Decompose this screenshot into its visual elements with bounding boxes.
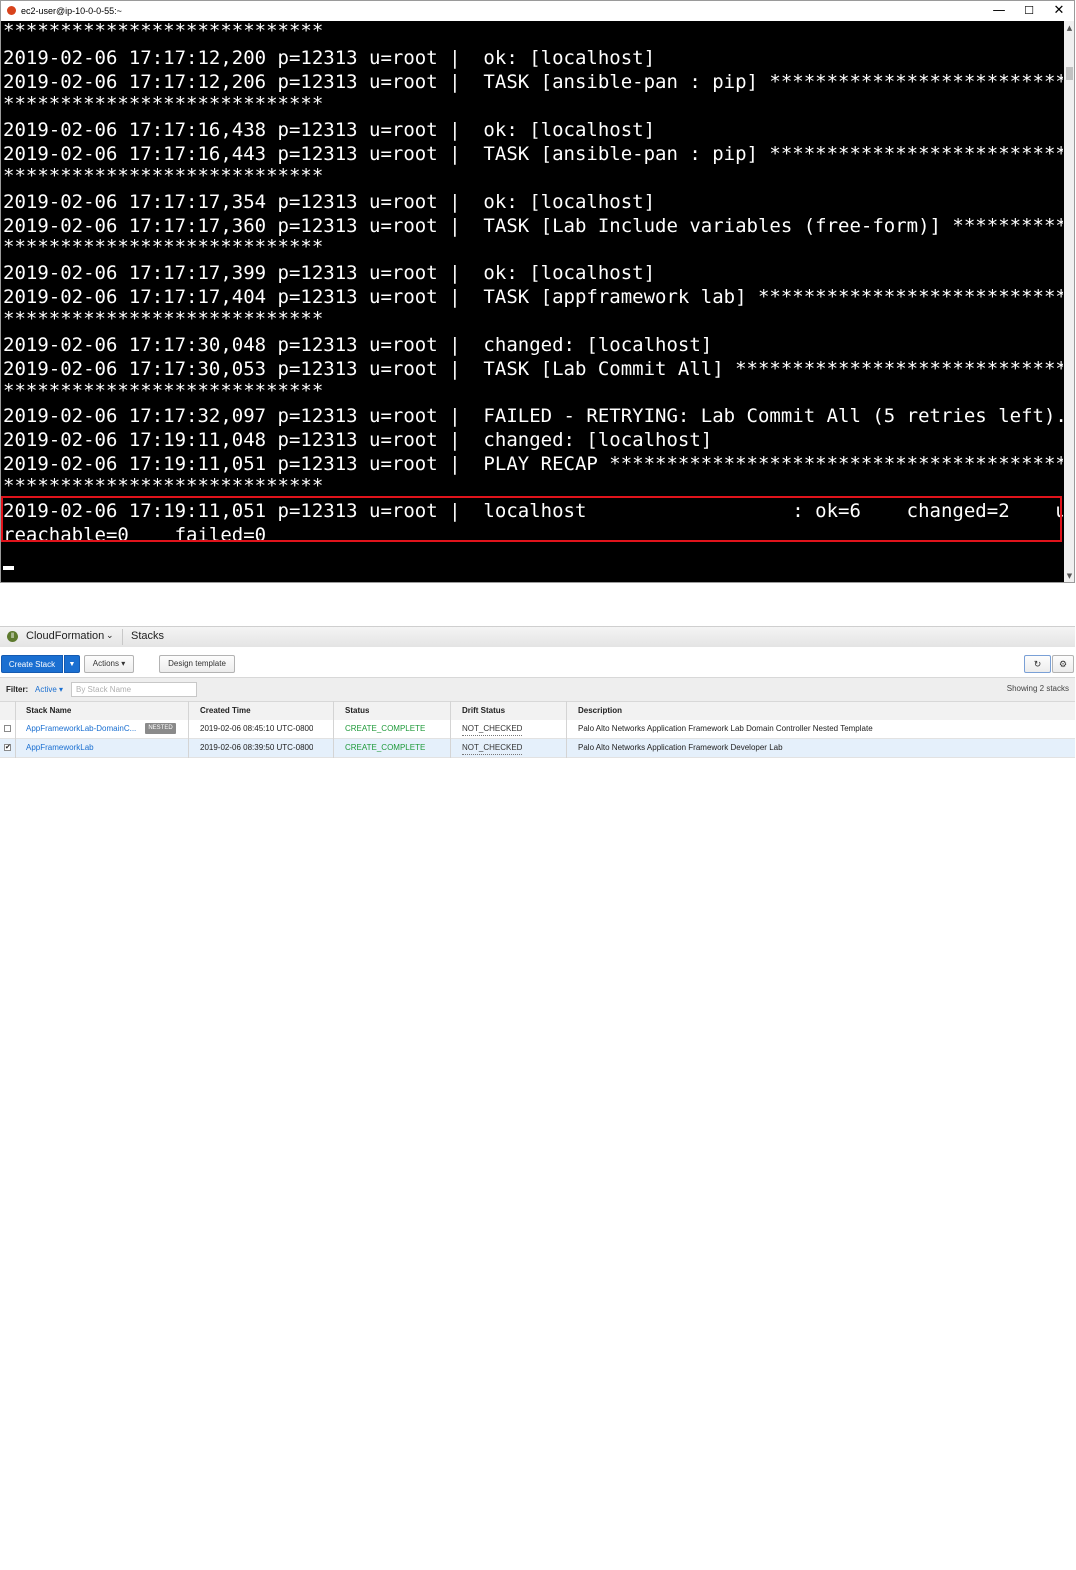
column-divider — [15, 701, 16, 758]
create-stack-button[interactable]: Create Stack — [1, 655, 63, 673]
cloudformation-icon: ⦀ — [7, 631, 18, 642]
gear-icon[interactable]: ⚙ — [1052, 655, 1074, 673]
terminal-line: 2019-02-06 17:19:11,048 p=12313 u=root |… — [3, 429, 713, 451]
terminal-line: 2019-02-06 17:17:16,443 p=12313 u=root |… — [3, 143, 1063, 165]
column-header-status[interactable]: Status — [345, 702, 369, 720]
terminal-titlebar: ec2-user@ip-10-0-0-55:~ — ☐ ✕ — [1, 1, 1074, 21]
design-template-button[interactable]: Design template — [159, 655, 235, 673]
service-menu[interactable]: CloudFormation — [26, 630, 104, 642]
table-header-row: Stack Name Created Time Status Drift Sta… — [0, 701, 1075, 721]
table-row[interactable]: AppFrameworkLab-DomainC... NESTED 2019-0… — [0, 720, 1075, 739]
row-checkbox-checked[interactable]: ✔ — [4, 744, 11, 751]
terminal-console[interactable]: **************************** 2019-02-06 … — [1, 21, 1063, 582]
terminal-line: **************************** — [3, 93, 324, 115]
description: Palo Alto Networks Application Framework… — [578, 724, 873, 733]
table-row[interactable]: ✔ AppFrameworkLab 2019-02-06 08:39:50 UT… — [0, 739, 1075, 758]
column-header-drift-status[interactable]: Drift Status — [462, 702, 505, 720]
drift-status-value[interactable]: NOT_CHECKED — [462, 742, 523, 755]
scroll-up-arrow-icon[interactable]: ▲ — [1064, 21, 1074, 35]
create-stack-dropdown-icon[interactable]: ▼ — [64, 655, 80, 673]
filter-bar: Filter: Active ▾ Showing 2 stacks — [0, 677, 1075, 703]
terminal-line: 2019-02-06 17:17:32,097 p=12313 u=root |… — [3, 405, 1063, 427]
actions-button[interactable]: Actions ▾ — [84, 655, 134, 673]
column-divider — [188, 701, 189, 758]
filter-active-dropdown[interactable]: Active ▾ — [35, 685, 63, 694]
stack-toolbar: Create Stack ▼ Actions ▾ Design template… — [0, 647, 1075, 677]
column-divider — [333, 701, 334, 758]
filter-label: Filter: — [6, 685, 29, 694]
terminal-line: **************************** — [3, 236, 324, 258]
close-button[interactable]: ✕ — [1044, 2, 1074, 20]
description: Palo Alto Networks Application Framework… — [578, 743, 783, 752]
terminal-line: 2019-02-06 17:17:17,404 p=12313 u=root |… — [3, 286, 1063, 308]
terminal-cursor — [3, 566, 14, 570]
terminal-line: 2019-02-06 17:19:11,051 p=12313 u=root |… — [3, 453, 1063, 475]
row-checkbox[interactable] — [4, 725, 11, 732]
terminal-app-icon — [7, 6, 16, 15]
chevron-down-icon[interactable]: ⌄ — [106, 630, 114, 641]
stack-name-link[interactable]: AppFrameworkLab — [26, 739, 94, 757]
nested-badge: NESTED — [145, 723, 176, 734]
terminal-window: ec2-user@ip-10-0-0-55:~ — ☐ ✕ **********… — [0, 0, 1075, 583]
stack-name-search-input[interactable] — [71, 682, 197, 697]
nav-divider — [122, 629, 123, 645]
drift-status-cell: NOT_CHECKED — [462, 720, 523, 738]
terminal-line: 2019-02-06 17:17:17,399 p=12313 u=root |… — [3, 262, 656, 284]
column-header-stack-name[interactable]: Stack Name — [26, 702, 71, 720]
column-divider — [566, 701, 567, 758]
window-title: ec2-user@ip-10-0-0-55:~ — [21, 6, 122, 16]
terminal-line: 2019-02-06 17:17:30,053 p=12313 u=root |… — [3, 358, 1063, 380]
terminal-line: 2019-02-06 17:17:16,438 p=12313 u=root |… — [3, 119, 656, 141]
terminal-scrollbar[interactable]: ▲ ▼ — [1064, 21, 1074, 582]
terminal-line: **************************** — [3, 380, 324, 402]
terminal-line: 2019-02-06 17:17:12,200 p=12313 u=root |… — [3, 47, 656, 69]
scrollbar-thumb[interactable] — [1066, 67, 1073, 80]
maximize-button[interactable]: ☐ — [1014, 2, 1044, 20]
terminal-line: 2019-02-06 17:17:30,048 p=12313 u=root |… — [3, 334, 713, 356]
column-header-description[interactable]: Description — [578, 702, 622, 720]
terminal-line: **************************** — [3, 308, 324, 330]
created-time: 2019-02-06 08:45:10 UTC-0800 — [200, 724, 314, 733]
terminal-line: **************************** — [3, 165, 324, 187]
scroll-down-arrow-icon[interactable]: ▼ — [1064, 569, 1074, 582]
terminal-line: 2019-02-06 17:17:12,206 p=12313 u=root |… — [3, 71, 1063, 93]
showing-count: Showing 2 stacks — [1006, 684, 1069, 693]
nav-stacks-link[interactable]: Stacks — [131, 630, 164, 642]
created-time: 2019-02-06 08:39:50 UTC-0800 — [200, 743, 314, 752]
terminal-line: **************************** — [3, 21, 324, 42]
play-recap-highlight-box — [1, 496, 1062, 542]
stack-name-link[interactable]: AppFrameworkLab-DomainC... — [26, 720, 136, 738]
drift-status-cell: NOT_CHECKED — [462, 739, 523, 757]
status-value: CREATE_COMPLETE — [345, 743, 426, 752]
drift-status-value[interactable]: NOT_CHECKED — [462, 723, 523, 736]
minimize-button[interactable]: — — [984, 2, 1014, 20]
terminal-line: **************************** — [3, 475, 324, 497]
status-value: CREATE_COMPLETE — [345, 724, 426, 733]
column-header-created-time[interactable]: Created Time — [200, 702, 251, 720]
column-divider — [450, 701, 451, 758]
cloudformation-console: ⦀ CloudFormation ⌄ Stacks Create Stack ▼… — [0, 626, 1075, 758]
refresh-icon[interactable]: ↻ — [1024, 655, 1051, 673]
terminal-line: 2019-02-06 17:17:17,354 p=12313 u=root |… — [3, 191, 656, 213]
service-nav-bar: ⦀ CloudFormation ⌄ Stacks — [0, 626, 1075, 648]
